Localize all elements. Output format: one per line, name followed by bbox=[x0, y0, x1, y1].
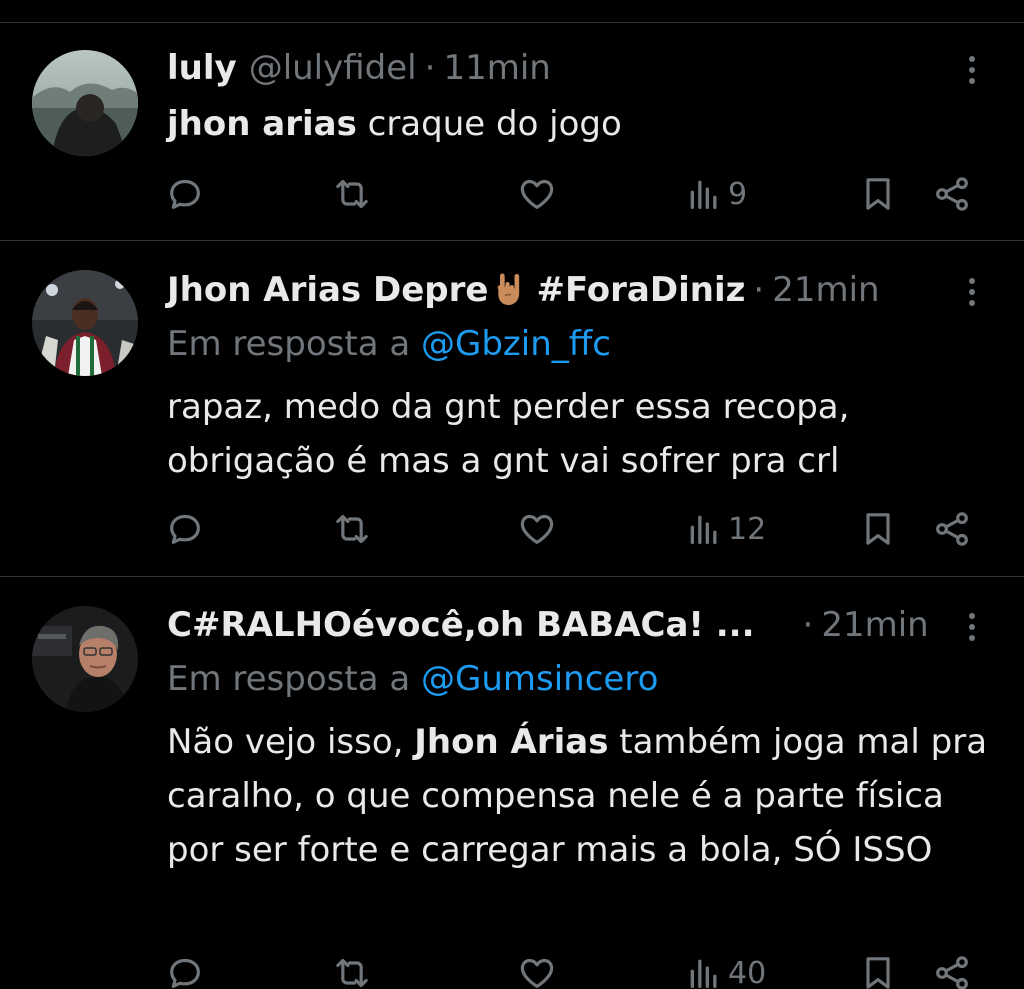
more-options-icon[interactable] bbox=[964, 50, 980, 90]
bookmark-button[interactable] bbox=[858, 949, 898, 989]
author-name[interactable]: C#RALHOévocê,oh BABACa! ... bbox=[167, 601, 755, 649]
share-icon bbox=[936, 177, 968, 211]
views-button[interactable]: 40 bbox=[684, 949, 766, 989]
rock-on-hand-icon bbox=[498, 273, 520, 305]
views-icon bbox=[690, 959, 717, 988]
timestamp[interactable]: 11min bbox=[443, 44, 550, 92]
like-icon bbox=[520, 958, 554, 988]
avatar[interactable] bbox=[32, 50, 138, 156]
author-handle[interactable]: @lulyfidel bbox=[249, 44, 417, 92]
separator-dot: · bbox=[753, 270, 765, 310]
reply-mention-link[interactable]: @Gbzin_ffc bbox=[421, 324, 611, 364]
views-button[interactable]: 12 bbox=[684, 505, 766, 553]
reply-context: Em resposta a @Gumsincero bbox=[167, 655, 658, 703]
share-button[interactable] bbox=[932, 170, 972, 218]
action-bar: 40 bbox=[0, 949, 1024, 989]
like-icon bbox=[520, 179, 554, 209]
text-rest: craque do jogo bbox=[356, 104, 622, 144]
reply-context: Em resposta a @Gbzin_ffc bbox=[167, 320, 611, 368]
reply-mention-link[interactable]: @Gumsincero bbox=[421, 659, 658, 699]
text-pre: Não vejo isso, bbox=[167, 722, 415, 762]
view-count: 40 bbox=[728, 955, 767, 989]
tweet-text: jhon arias craque do jogo bbox=[167, 97, 997, 151]
avatar[interactable] bbox=[32, 606, 138, 712]
reply-button[interactable] bbox=[165, 170, 205, 218]
separator-dot: · bbox=[424, 48, 436, 88]
bookmark-button[interactable] bbox=[858, 505, 898, 553]
separator-dot: · bbox=[802, 605, 814, 645]
like-button[interactable] bbox=[517, 505, 557, 553]
retweet-icon bbox=[336, 958, 368, 988]
view-count: 9 bbox=[728, 176, 748, 212]
like-button[interactable] bbox=[517, 949, 557, 989]
like-button[interactable] bbox=[517, 170, 557, 218]
views-icon bbox=[690, 180, 717, 209]
tweet-text: rapaz, medo da gnt perder essa recopa, o… bbox=[167, 387, 850, 481]
tweet-header: luly @lulyfidel · 11min bbox=[167, 44, 551, 92]
share-icon bbox=[936, 956, 968, 989]
bookmark-icon bbox=[866, 513, 890, 545]
author-name-hashtag[interactable]: #ForaDiniz bbox=[536, 266, 745, 314]
text-bold: Jhon Árias bbox=[414, 722, 609, 762]
tweet-header: C#RALHOévocê,oh BABACa! ... · 21min bbox=[167, 601, 937, 649]
tweet-1[interactable]: luly @lulyfidel · 11min jhon arias craqu… bbox=[0, 0, 1024, 240]
reply-button[interactable] bbox=[165, 949, 205, 989]
reply-icon bbox=[170, 958, 200, 988]
timestamp[interactable]: 21min bbox=[821, 601, 928, 649]
more-options-icon[interactable] bbox=[964, 272, 980, 312]
bookmark-icon bbox=[866, 178, 890, 210]
share-button[interactable] bbox=[932, 505, 972, 553]
reply-prefix: Em resposta a bbox=[167, 659, 411, 699]
views-button[interactable]: 9 bbox=[684, 170, 747, 218]
retweet-button[interactable] bbox=[332, 949, 372, 989]
tweet-2[interactable]: Jhon Arias Depre #ForaDiniz · 21min Em r… bbox=[0, 241, 1024, 575]
reply-button[interactable] bbox=[165, 505, 205, 553]
like-icon bbox=[520, 514, 554, 544]
share-icon bbox=[936, 512, 968, 546]
reply-icon bbox=[170, 179, 200, 209]
views-icon bbox=[690, 515, 717, 544]
author-name[interactable]: luly bbox=[167, 44, 237, 92]
tweet-3[interactable]: C#RALHOévocê,oh BABACa! ... · 21min Em r… bbox=[0, 577, 1024, 989]
reply-icon bbox=[170, 514, 200, 544]
retweet-button[interactable] bbox=[332, 505, 372, 553]
reply-prefix: Em resposta a bbox=[167, 324, 411, 364]
tweet-header: Jhon Arias Depre #ForaDiniz · 21min bbox=[167, 266, 880, 314]
tweet-text: Não vejo isso, Jhon Árias também joga ma… bbox=[167, 715, 997, 877]
retweet-icon bbox=[336, 179, 368, 209]
bookmark-button[interactable] bbox=[858, 170, 898, 218]
action-bar: 9 bbox=[0, 170, 1024, 218]
action-bar: 12 bbox=[0, 505, 1024, 553]
more-options-icon[interactable] bbox=[964, 607, 980, 647]
text-bold: jhon arias bbox=[167, 104, 357, 144]
share-button[interactable] bbox=[932, 949, 972, 989]
timestamp[interactable]: 21min bbox=[772, 266, 879, 314]
avatar[interactable] bbox=[32, 270, 138, 376]
author-name[interactable]: Jhon Arias Depre bbox=[167, 266, 488, 314]
retweet-icon bbox=[336, 514, 368, 544]
view-count: 12 bbox=[728, 511, 767, 547]
retweet-button[interactable] bbox=[332, 170, 372, 218]
bookmark-icon bbox=[866, 957, 890, 989]
